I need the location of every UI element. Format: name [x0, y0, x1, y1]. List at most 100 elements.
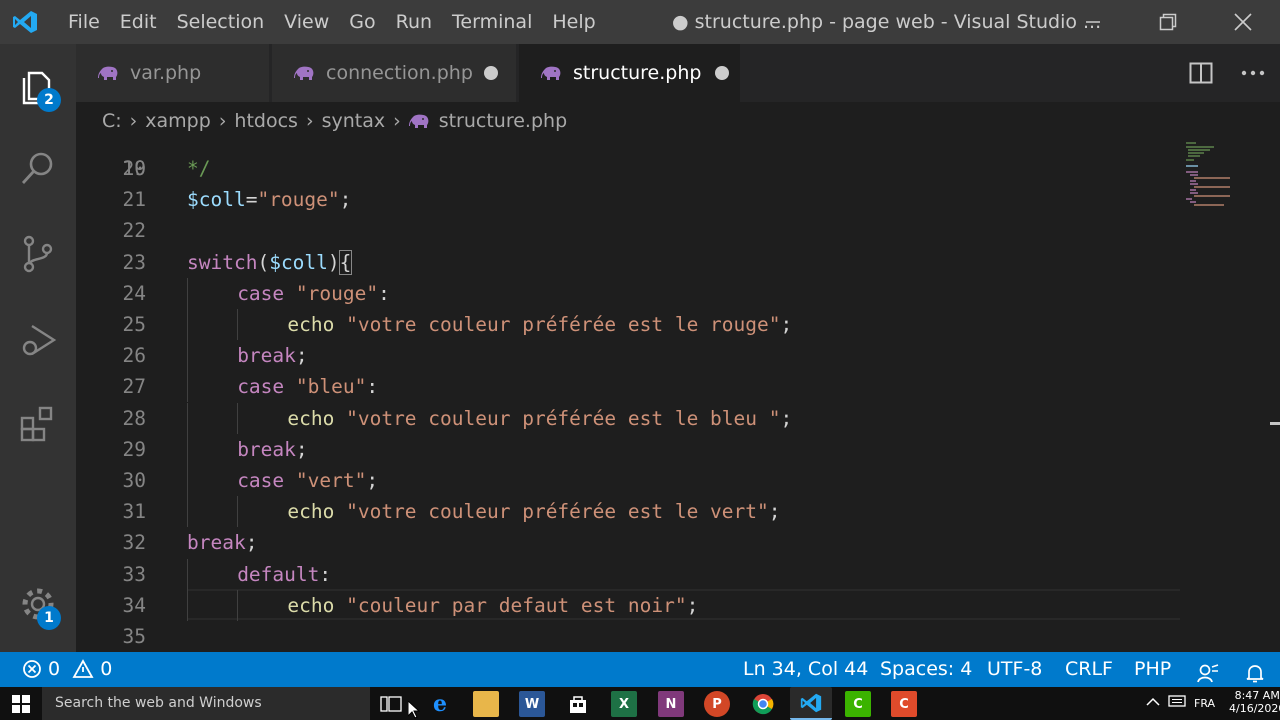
problems-indicator[interactable]: 0 0 [22, 652, 112, 687]
title-bar: File Edit Selection View Go Run Terminal Help ●… [0, 0, 1280, 44]
recorder-icon[interactable]: C [891, 691, 917, 717]
warning-icon [72, 659, 94, 678]
unsaved-dot-icon[interactable] [484, 66, 498, 80]
breadcrumb-item[interactable]: htdocs [234, 110, 298, 132]
breadcrumb-item[interactable]: xampp [145, 110, 211, 132]
camtasia-icon[interactable]: C [845, 691, 871, 717]
restore-button[interactable] [1130, 0, 1205, 44]
chrome-icon[interactable] [750, 691, 776, 717]
menu-file[interactable]: File [50, 0, 110, 44]
extensions-button[interactable] [0, 384, 76, 464]
menu-run[interactable]: Run [386, 0, 442, 44]
code-token: echo [287, 313, 335, 336]
clock-date: 4/16/2020 [1229, 702, 1280, 715]
line-number: 28 [122, 406, 146, 430]
encoding-setting[interactable]: UTF-8 [987, 652, 1042, 687]
notifications-button[interactable] [1245, 660, 1265, 683]
php-elephant-icon [408, 113, 431, 129]
breadcrumb: C: › xampp › htdocs › syntax › structure… [76, 102, 1280, 140]
code-token: = [245, 188, 258, 212]
store-icon[interactable] [565, 691, 591, 717]
tab-connection-php[interactable]: connection.php [272, 44, 517, 102]
eol-setting[interactable]: CRLF [1065, 652, 1113, 687]
feedback-button[interactable] [1197, 660, 1219, 683]
breadcrumb-item[interactable]: syntax [322, 110, 386, 132]
minimize-button[interactable] [1055, 0, 1130, 44]
code-line: 23 switch($coll){ [76, 247, 1186, 278]
action-center-icon[interactable] [1168, 687, 1186, 720]
close-button[interactable] [1205, 0, 1280, 44]
settings-badge: 1 [37, 606, 61, 630]
cursor-position[interactable]: Ln 34, Col 44 [743, 652, 868, 687]
word-icon[interactable]: W [519, 691, 545, 717]
unsaved-dot-icon[interactable] [715, 66, 729, 80]
breadcrumb-item[interactable]: structure.php [439, 110, 567, 132]
code-line: 28 echo "votre couleur préférée est le bl… [76, 402, 1186, 434]
code-token: break [237, 437, 296, 461]
input-language[interactable]: FRA [1194, 687, 1215, 720]
indent-guide [187, 309, 188, 340]
code-line: 30 case "vert"; [76, 465, 1186, 496]
excel-icon[interactable]: X [611, 691, 637, 717]
menu-view[interactable]: View [274, 0, 339, 44]
powerpoint-icon[interactable]: P [704, 691, 730, 717]
code-text: break; [237, 340, 307, 371]
code-token: "bleu" [295, 375, 367, 399]
tab-var-php[interactable]: var.php [76, 44, 270, 102]
search-icon [21, 152, 53, 184]
menu-help[interactable]: Help [542, 0, 605, 44]
ellipsis-icon [1241, 70, 1265, 76]
menu-terminal[interactable]: Terminal [442, 0, 542, 44]
breadcrumb-item[interactable]: C: [102, 110, 122, 132]
taskbar-search-input[interactable]: Search the web and Windows [42, 687, 370, 720]
menu-edit[interactable]: Edit [110, 0, 167, 44]
code-token: ; [780, 313, 793, 336]
split-editor-icon [1189, 62, 1213, 84]
php-elephant-icon [294, 65, 316, 81]
windows-logo-icon [12, 694, 30, 713]
chevron-right-icon: › [305, 110, 314, 132]
code-token: echo [287, 593, 335, 617]
file-explorer-icon[interactable] [473, 691, 499, 717]
minimap[interactable] [1184, 140, 1264, 220]
code-text: break; [187, 527, 257, 558]
search-button[interactable] [0, 128, 76, 208]
more-actions-button[interactable] [1226, 70, 1280, 76]
task-view-icon[interactable] [379, 691, 405, 717]
menu-go[interactable]: Go [339, 0, 385, 44]
code-token: ; [295, 344, 308, 368]
indentation-setting[interactable]: Spaces: 4 [880, 652, 972, 687]
line-number: 22 [122, 219, 146, 243]
code-line: 26 break; [76, 340, 1186, 372]
code-token: case [237, 469, 285, 492]
tab-label: var.php [130, 62, 202, 84]
code-text: echo "couleur par defaut est noir"; [287, 590, 698, 621]
start-button[interactable] [0, 687, 42, 720]
split-editor-button[interactable] [1176, 62, 1226, 84]
explorer-button[interactable]: 2 [0, 46, 76, 126]
vscode-taskbar-icon[interactable] [790, 687, 832, 720]
tray-chevron-up-icon[interactable] [1146, 687, 1160, 720]
code-line: 34 echo "couleur par defaut est noir"; [76, 589, 1186, 621]
line-number: 23 [122, 250, 146, 274]
menu-selection[interactable]: Selection [167, 0, 275, 44]
run-debug-button[interactable] [0, 300, 76, 380]
language-mode[interactable]: PHP [1134, 652, 1171, 687]
code-token: "votre couleur préférée est le rouge" [346, 313, 781, 336]
php-elephant-icon [98, 65, 120, 81]
code-text: switch($coll){ [187, 247, 353, 278]
clock[interactable]: 8:47 AM 4/16/2020 [1229, 689, 1280, 720]
error-icon [23, 660, 41, 678]
source-control-button[interactable] [0, 214, 76, 294]
code-line: 27 case "bleu": [76, 371, 1186, 403]
manage-button[interactable]: 1 [0, 564, 76, 644]
tab-label: connection.php [326, 62, 473, 84]
code-token: ; [780, 406, 793, 430]
code-text: */ [187, 153, 210, 184]
code-editor[interactable]: 19 20 */21 $coll="rouge"; 22 23 switch($coll)… [76, 140, 1280, 652]
onenote-icon[interactable]: N [658, 691, 684, 717]
tab-structure-php[interactable]: structure.php [519, 44, 741, 102]
edge-browser-icon[interactable]: e [427, 691, 453, 717]
scrollbar-marker[interactable] [1270, 422, 1280, 425]
